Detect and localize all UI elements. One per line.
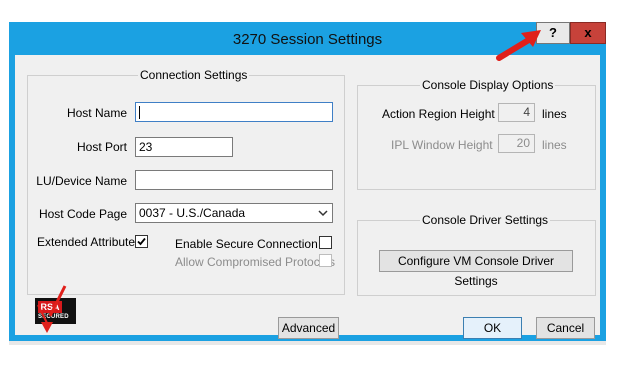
annotation-arrow-icon bbox=[37, 30, 541, 333]
